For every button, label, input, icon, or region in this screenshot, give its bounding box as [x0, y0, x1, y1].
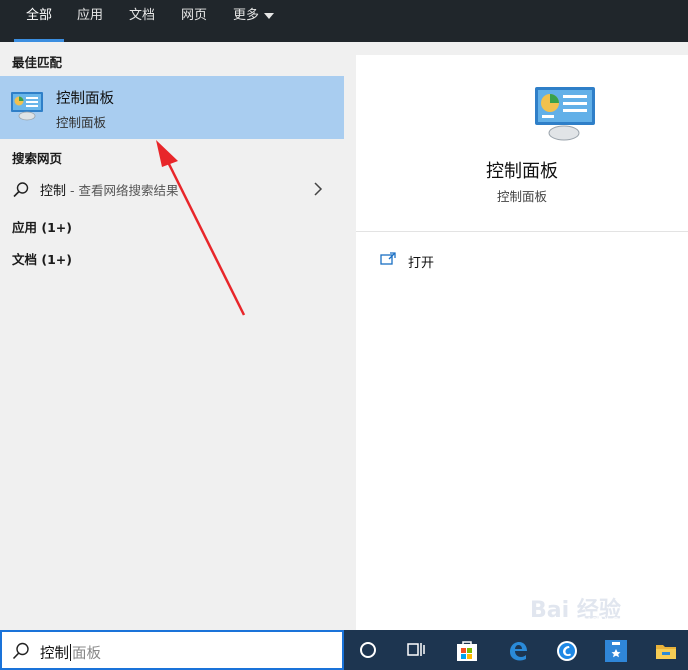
open-icon	[380, 252, 396, 265]
store-button[interactable]	[445, 630, 487, 670]
cortana-icon	[360, 642, 376, 658]
file-explorer-icon	[656, 645, 676, 659]
app-button[interactable]	[594, 630, 636, 670]
taskbar	[344, 630, 688, 670]
web-search-query: 控制	[40, 184, 67, 199]
file-explorer-button[interactable]	[644, 630, 686, 670]
tab-web[interactable]: 网页	[181, 0, 207, 42]
search-icon	[12, 642, 29, 660]
tab-apps[interactable]: 应用	[77, 0, 103, 42]
chevron-down-icon	[264, 12, 275, 19]
task-view-button[interactable]	[395, 630, 437, 670]
search-autocomplete: 面板	[72, 646, 101, 662]
browser-button[interactable]	[545, 630, 587, 670]
tab-all[interactable]: 全部	[13, 0, 65, 42]
tab-more[interactable]: 更多	[233, 0, 275, 42]
filter-tab-bar: 全部 应用 文档 网页 更多	[0, 0, 688, 42]
best-match-result[interactable]: 控制面板 控制面板	[0, 76, 344, 139]
web-search-text: 控制 - 查看网络搜索结果	[40, 180, 178, 199]
search-input[interactable]: 控制 面板	[40, 642, 101, 663]
web-search-result[interactable]: 控制 - 查看网络搜索结果	[0, 174, 344, 204]
detail-title: 控制面板	[486, 161, 558, 182]
detail-subtitle: 控制面板	[496, 189, 547, 204]
web-search-description: - 查看网络搜索结果	[66, 183, 179, 198]
apps-section-header[interactable]: 应用 (1+)	[12, 217, 72, 236]
cortana-button[interactable]	[347, 630, 389, 670]
best-match-title: 控制面板	[56, 91, 114, 107]
tab-more-label: 更多	[233, 8, 260, 23]
control-panel-icon	[11, 92, 43, 121]
taskbar-search-box[interactable]: 控制 面板	[0, 630, 344, 670]
open-action-label: 打开	[408, 256, 435, 271]
detail-pane: 控制面板 控制面板 打开	[356, 55, 688, 630]
documents-section-header[interactable]: 文档 (1+)	[12, 249, 72, 268]
baidu-watermark: jingyan.baidu.com	[520, 612, 639, 627]
text-cursor	[70, 644, 71, 661]
results-pane: 最佳匹配 控制面板 控制面板 搜索网页 控制 - 查看网络搜索结果 应用 (1+…	[0, 42, 344, 630]
edge-button[interactable]	[496, 630, 538, 670]
browser-icon	[557, 641, 577, 661]
best-match-subtitle: 控制面板	[56, 115, 107, 130]
best-match-header: 最佳匹配	[12, 55, 63, 70]
search-icon	[13, 182, 29, 198]
web-search-header: 搜索网页	[12, 151, 63, 166]
edge-icon	[510, 642, 527, 661]
store-icon	[457, 641, 477, 661]
search-typed-text: 控制	[40, 646, 69, 662]
task-view-icon	[407, 643, 425, 656]
detail-divider	[356, 231, 688, 232]
control-panel-large-icon	[535, 87, 595, 141]
tab-documents[interactable]: 文档	[129, 0, 155, 42]
chevron-right-icon[interactable]	[312, 181, 324, 197]
app-icon	[605, 640, 627, 662]
